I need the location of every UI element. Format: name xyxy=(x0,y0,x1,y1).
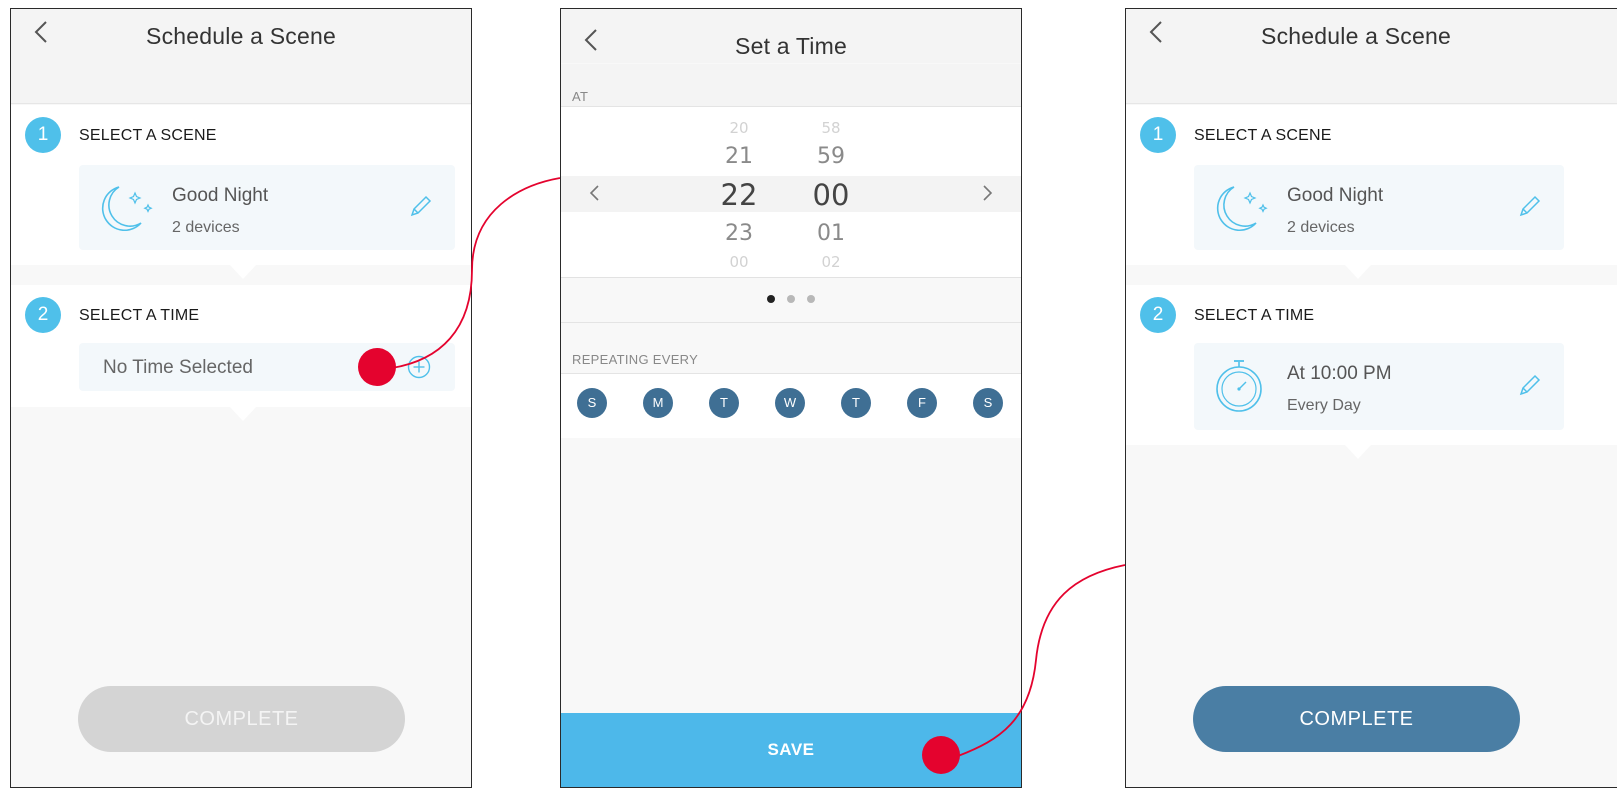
select-time-section: 2 SELECT A TIME At 10:00 PM Every Day xyxy=(1126,285,1617,445)
hour-selected[interactable]: 22 xyxy=(709,178,769,212)
schedule-scene-screen-filled: Schedule a Scene 1 SELECT A SCENE Good N… xyxy=(1125,8,1617,788)
select-scene-section: 1 SELECT A SCENE Good Night 2 devices xyxy=(11,105,471,265)
select-scene-label: SELECT A SCENE xyxy=(79,127,217,144)
schedule-scene-screen-empty: Schedule a Scene 1 SELECT A SCENE Good N… xyxy=(10,8,472,788)
page-dot[interactable] xyxy=(787,295,795,303)
page-dot[interactable] xyxy=(807,295,815,303)
step-number-2: 2 xyxy=(25,297,61,333)
scene-device-count: 2 devices xyxy=(1287,219,1355,236)
day-thursday[interactable]: T xyxy=(841,388,871,418)
at-header: AT xyxy=(561,64,1021,107)
top-bar: Schedule a Scene xyxy=(1126,9,1617,55)
page-dot-active[interactable] xyxy=(767,295,775,303)
time-card[interactable]: At 10:00 PM Every Day xyxy=(1194,343,1564,430)
time-picker[interactable]: 20 21 22 23 00 58 59 00 01 02 xyxy=(561,107,1021,277)
select-time-section: 2 SELECT A TIME No Time Selected xyxy=(11,285,471,407)
page-title: Schedule a Scene xyxy=(1261,23,1451,49)
page-title: Set a Time xyxy=(735,33,847,59)
step-number-1: 1 xyxy=(25,117,61,153)
divider xyxy=(561,277,1021,278)
day-selector: S M T W T F S xyxy=(561,373,1021,438)
plus-circle-icon[interactable] xyxy=(407,355,431,379)
minute-option[interactable]: 59 xyxy=(801,144,861,169)
pencil-icon[interactable] xyxy=(1516,194,1542,220)
complete-button-disabled[interactable]: COMPLETE xyxy=(78,686,405,752)
minute-selected[interactable]: 00 xyxy=(801,178,861,212)
day-monday[interactable]: M xyxy=(643,388,673,418)
day-friday[interactable]: F xyxy=(907,388,937,418)
section-pointer xyxy=(1345,265,1371,279)
day-sunday[interactable]: S xyxy=(577,388,607,418)
select-time-label: SELECT A TIME xyxy=(1194,307,1315,324)
step-number-2: 2 xyxy=(1140,297,1176,333)
complete-button[interactable]: COMPLETE xyxy=(1193,686,1520,752)
scene-card[interactable]: Good Night 2 devices xyxy=(79,165,455,250)
stopwatch-icon xyxy=(1216,360,1262,412)
page-title: Schedule a Scene xyxy=(146,23,336,49)
hour-option[interactable]: 21 xyxy=(709,144,769,169)
picker-selection-band xyxy=(561,176,1021,212)
scene-name: Good Night xyxy=(172,185,269,206)
set-time-screen: Set a Time AT 20 21 22 23 00 58 59 00 01… xyxy=(560,8,1022,788)
header-spacer xyxy=(1126,55,1617,104)
scene-card[interactable]: Good Night 2 devices xyxy=(1194,165,1564,250)
step-number-1: 1 xyxy=(1140,117,1176,153)
day-saturday[interactable]: S xyxy=(973,388,1003,418)
tap-indicator xyxy=(358,348,396,386)
minute-option[interactable]: 01 xyxy=(801,221,861,246)
hour-option[interactable]: 00 xyxy=(709,253,769,271)
scene-device-count: 2 devices xyxy=(172,219,240,236)
header-spacer xyxy=(11,55,471,104)
time-card[interactable]: No Time Selected xyxy=(79,343,455,391)
pencil-icon[interactable] xyxy=(407,194,433,220)
section-pointer xyxy=(230,407,256,421)
top-bar: Schedule a Scene xyxy=(11,9,471,55)
day-wednesday[interactable]: W xyxy=(775,388,805,418)
chevron-right-icon[interactable] xyxy=(981,183,995,203)
at-label: AT xyxy=(572,89,589,104)
day-tuesday[interactable]: T xyxy=(709,388,739,418)
section-pointer xyxy=(230,265,256,279)
minute-option[interactable]: 02 xyxy=(801,253,861,271)
top-bar: Set a Time xyxy=(561,9,1021,63)
tap-indicator xyxy=(922,736,960,774)
hour-option[interactable]: 20 xyxy=(709,119,769,137)
minute-option[interactable]: 58 xyxy=(801,119,861,137)
select-scene-section: 1 SELECT A SCENE Good Night 2 devices xyxy=(1126,105,1617,265)
scene-name: Good Night xyxy=(1287,185,1384,206)
pencil-icon[interactable] xyxy=(1516,373,1542,399)
no-time-placeholder: No Time Selected xyxy=(103,357,253,378)
repeat-label: REPEATING EVERY xyxy=(572,352,699,367)
section-pointer xyxy=(1345,445,1371,459)
hour-option[interactable]: 23 xyxy=(709,221,769,246)
repeat-schedule: Every Day xyxy=(1287,397,1361,414)
moon-stars-icon xyxy=(101,186,153,232)
select-time-label: SELECT A TIME xyxy=(79,307,200,324)
select-scene-label: SELECT A SCENE xyxy=(1194,127,1332,144)
divider xyxy=(561,322,1021,323)
moon-stars-icon xyxy=(1216,186,1268,232)
scheduled-time: At 10:00 PM xyxy=(1287,363,1392,384)
chevron-left-icon[interactable] xyxy=(587,183,601,203)
